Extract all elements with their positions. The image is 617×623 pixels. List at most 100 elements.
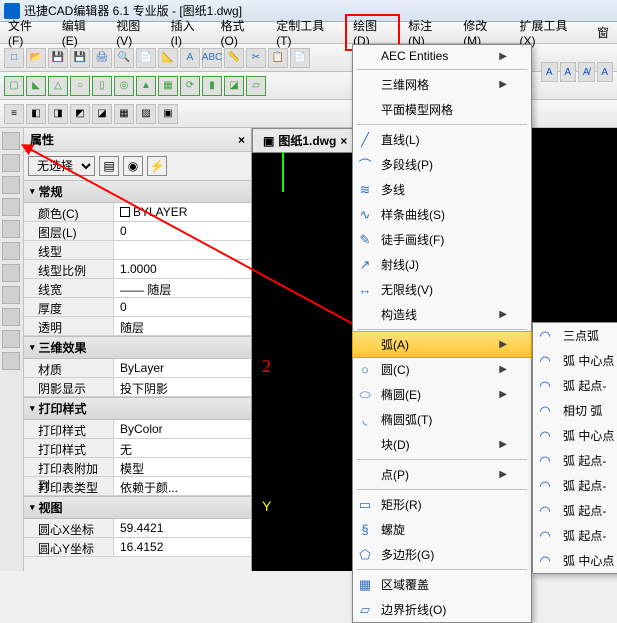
poly-tool-icon[interactable] — [2, 308, 20, 326]
hatch-icon[interactable]: ▦ — [114, 104, 134, 124]
layer4-icon[interactable]: ◩ — [70, 104, 90, 124]
cad-icon[interactable]: 📐 — [158, 48, 178, 68]
menu-item[interactable]: AEC Entities▶ — [353, 45, 531, 67]
grad-icon[interactable]: ▨ — [136, 104, 156, 124]
polyline-tool-icon[interactable] — [2, 154, 20, 172]
selection-filter[interactable]: 无选择 — [28, 156, 95, 176]
prop-value[interactable]: 随层 — [114, 317, 251, 335]
block-icon[interactable]: ▣ — [158, 104, 178, 124]
menu-1[interactable]: 编辑(E) — [54, 14, 108, 51]
prop-value[interactable]: 投下阴影 — [114, 378, 251, 396]
submenu-item[interactable]: ◠弧 起点- — [533, 473, 617, 498]
submenu-item[interactable]: ◠相切 弧 — [533, 398, 617, 423]
new-icon[interactable]: □ — [4, 48, 24, 68]
cut-icon[interactable]: ✂ — [246, 48, 266, 68]
submenu-item[interactable]: ◠弧 中心点 — [533, 423, 617, 448]
menu-3[interactable]: 插入(I) — [163, 14, 213, 51]
menu-item[interactable]: ╱直线(L) — [353, 127, 531, 152]
prop-group-header[interactable]: 打印样式 — [24, 397, 251, 420]
torus-icon[interactable]: ◎ — [114, 76, 134, 96]
menu-item[interactable]: ↗射线(J) — [353, 252, 531, 277]
menu-item[interactable]: 构造线▶ — [353, 302, 531, 327]
prop-value[interactable]: 59.4421 — [114, 519, 251, 537]
doc-tab-close-icon[interactable]: × — [340, 134, 347, 148]
prop-value[interactable]: ByLayer — [114, 359, 251, 377]
pyramid-icon[interactable]: ▲ — [136, 76, 156, 96]
annot-a2-icon[interactable]: A — [560, 62, 577, 82]
point-tool-icon[interactable] — [2, 330, 20, 348]
hatch-tool-icon[interactable] — [2, 352, 20, 370]
annot-a1-icon[interactable]: A — [541, 62, 558, 82]
box-icon[interactable]: ▢ — [4, 76, 24, 96]
prop-group-header[interactable]: 三维效果 — [24, 336, 251, 359]
menu-2[interactable]: 视图(V) — [108, 14, 162, 51]
prop-group-header[interactable]: 视图 — [24, 496, 251, 519]
cylinder-icon[interactable]: ▯ — [92, 76, 112, 96]
quick-btn-icon[interactable]: ⚡ — [147, 156, 167, 176]
prop-value[interactable]: BYLAYER — [114, 203, 251, 221]
menu-item[interactable]: 平面模型网格 — [353, 97, 531, 122]
menu-item[interactable]: ▭矩形(R) — [353, 492, 531, 517]
save-icon[interactable]: 💾 — [48, 48, 68, 68]
menu-item[interactable]: ∿样条曲线(S) — [353, 202, 531, 227]
menu-item[interactable]: ⌒多段线(P) — [353, 152, 531, 177]
submenu-item[interactable]: ◠弧 起点- — [533, 373, 617, 398]
menu-item[interactable]: ✎徒手画线(F) — [353, 227, 531, 252]
close-icon[interactable]: × — [238, 133, 245, 147]
prop-value[interactable]: 0 — [114, 222, 251, 240]
submenu-item[interactable]: ◠弧 起点- — [533, 498, 617, 523]
prop-group-header[interactable]: 常规 — [24, 180, 251, 203]
menu-item[interactable]: §螺旋 — [353, 517, 531, 542]
menu-item[interactable]: 块(D)▶ — [353, 432, 531, 457]
submenu-item[interactable]: ◠弧 起点- — [533, 448, 617, 473]
ray-tool-icon[interactable] — [2, 198, 20, 216]
submenu-item[interactable]: ◠弧 中心点 — [533, 548, 617, 573]
menu-item[interactable]: 弧(A)▶ — [352, 331, 532, 358]
prop-value[interactable]: ByColor — [114, 420, 251, 438]
rect-tool-icon[interactable] — [2, 286, 20, 304]
menu-5[interactable]: 定制工具(T) — [268, 14, 345, 51]
extrude-icon[interactable]: ▮ — [202, 76, 222, 96]
menu-4[interactable]: 格式(O) — [213, 14, 269, 51]
prop-value[interactable]: 1.0000 — [114, 260, 251, 278]
prop-value[interactable]: 依赖于颜... — [114, 477, 251, 495]
menu-item[interactable]: ⬠多边形(G) — [353, 542, 531, 567]
annot-a4-icon[interactable]: A — [597, 62, 614, 82]
filter-btn-icon[interactable]: ▤ — [99, 156, 119, 176]
menu-item[interactable]: ≋多线 — [353, 177, 531, 202]
line-tool-icon[interactable] — [2, 132, 20, 150]
document-tab[interactable]: ▣ 图纸1.dwg × — [252, 128, 358, 153]
menu-item[interactable]: ◟椭圆弧(T) — [353, 407, 531, 432]
edge-icon[interactable]: ▱ — [246, 76, 266, 96]
print-icon[interactable]: 🖨 — [92, 48, 112, 68]
layer2-icon[interactable]: ◧ — [26, 104, 46, 124]
menu-item[interactable]: 点(P)▶ — [353, 462, 531, 487]
spell-icon[interactable]: ABC — [202, 48, 222, 68]
menu-10[interactable]: 窗 — [589, 21, 617, 44]
prop-value[interactable]: —— 随层 — [114, 279, 251, 297]
prop-value[interactable]: 无 — [114, 439, 251, 457]
layer3-icon[interactable]: ◨ — [48, 104, 68, 124]
menu-item[interactable]: ▦区域覆盖 — [353, 572, 531, 597]
face-icon[interactable]: ◪ — [224, 76, 244, 96]
wedge-icon[interactable]: ◣ — [26, 76, 46, 96]
prop-value[interactable]: 0 — [114, 298, 251, 316]
open-icon[interactable]: 📂 — [26, 48, 46, 68]
cone-icon[interactable]: △ — [48, 76, 68, 96]
mesh-icon[interactable]: ▦ — [158, 76, 178, 96]
ruler-icon[interactable]: 📏 — [224, 48, 244, 68]
submenu-item[interactable]: ◠弧 中心点 — [533, 348, 617, 373]
menu-item[interactable]: ⬭椭圆(E)▶ — [353, 382, 531, 407]
pick-btn-icon[interactable]: ◉ — [123, 156, 143, 176]
menu-item[interactable]: ○圆(C)▶ — [353, 357, 531, 382]
annot-a3-icon[interactable]: A̸ — [578, 62, 595, 82]
paste-icon[interactable]: 📄 — [290, 48, 310, 68]
submenu-item[interactable]: ◠三点弧 — [533, 323, 617, 348]
copy-icon[interactable]: 📋 — [268, 48, 288, 68]
prop-value[interactable] — [114, 241, 251, 259]
sphere-icon[interactable]: ○ — [70, 76, 90, 96]
preview-icon[interactable]: 🔍 — [114, 48, 134, 68]
menu-0[interactable]: 文件(F) — [0, 14, 54, 51]
save-as-icon[interactable]: 💾 — [70, 48, 90, 68]
spline-tool-icon[interactable] — [2, 176, 20, 194]
